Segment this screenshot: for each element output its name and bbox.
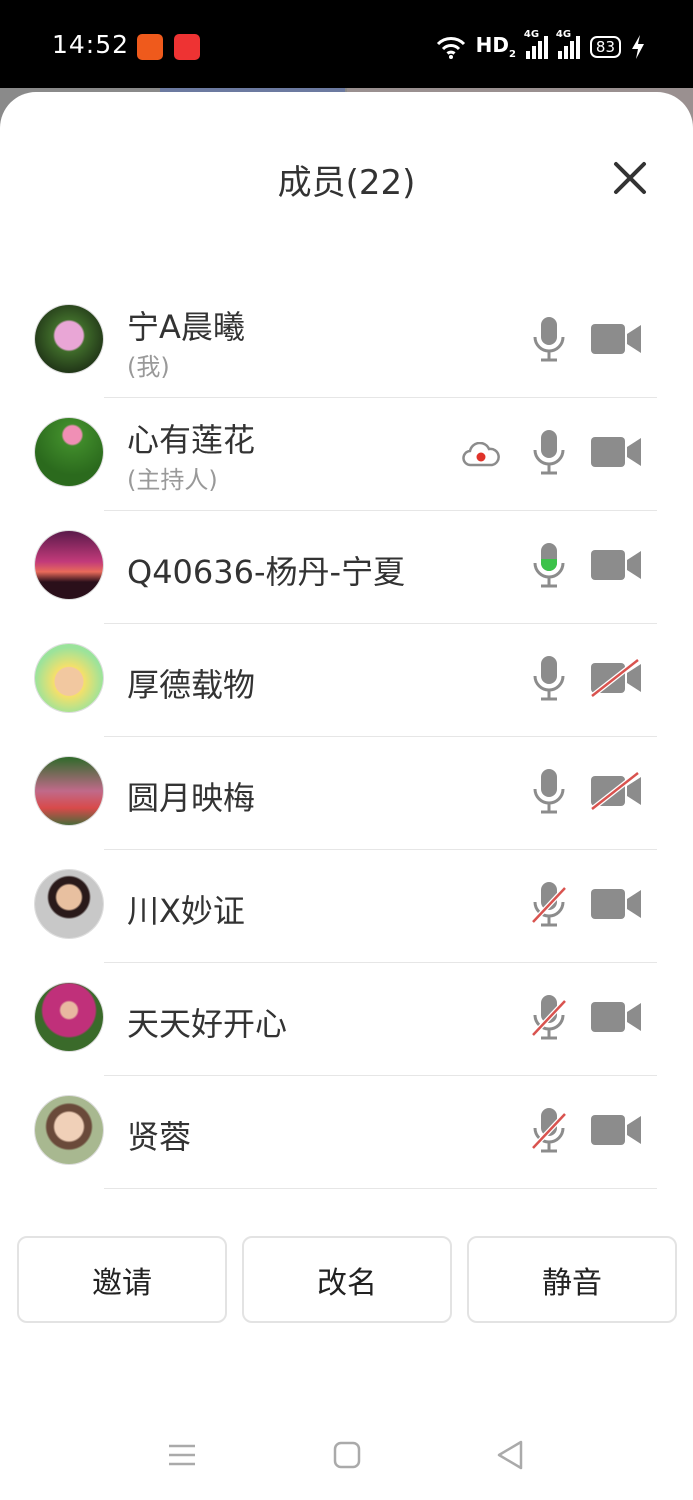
battery-level: 83 <box>595 37 615 56</box>
microphone-icon[interactable] <box>530 315 568 363</box>
member-row[interactable]: 心有莲花 (主持人) <box>0 398 693 511</box>
member-name: 川X妙证 <box>127 892 245 930</box>
microphone-icon[interactable] <box>530 767 568 815</box>
members-sheet: 成员(22) 宁A晨曦 (我) 心有莲花 (主持人) Q40636-杨丹-宁夏 <box>0 92 693 1500</box>
invite-button[interactable]: 邀请 <box>17 1236 227 1323</box>
cloud-recording-icon <box>462 442 500 467</box>
video-camera-icon[interactable] <box>589 319 643 359</box>
signal-icon: 4G <box>524 29 548 59</box>
member-name: Q40636-杨丹-宁夏 <box>127 553 406 591</box>
member-row[interactable]: 厚德载物 <box>0 624 693 737</box>
member-row[interactable]: 宁A晨曦 (我) <box>0 285 693 398</box>
member-role: (主持人) <box>127 466 218 494</box>
video-camera-off-icon[interactable] <box>589 658 643 698</box>
status-time: 14:52 <box>52 30 130 59</box>
app-icon <box>174 34 200 60</box>
close-icon[interactable] <box>606 154 654 202</box>
menu-icon[interactable] <box>165 1438 199 1472</box>
avatar <box>35 870 103 938</box>
member-role: (我) <box>127 353 170 381</box>
video-camera-icon[interactable] <box>589 884 643 924</box>
signal-icon: 4G <box>556 29 580 59</box>
microphone-muted-icon[interactable] <box>530 880 568 928</box>
action-bar: 邀请 改名 静音 <box>17 1236 677 1323</box>
microphone-speaking-icon[interactable] <box>530 541 568 589</box>
avatar <box>35 757 103 825</box>
wifi-icon <box>436 36 465 59</box>
hd-label: HD2 <box>475 33 516 60</box>
network-type-label: 4G <box>523 28 540 40</box>
member-row[interactable]: 川X妙证 <box>0 850 693 963</box>
status-bar: 14:52 HD2 4G 4G 83 <box>0 0 693 90</box>
microphone-muted-icon[interactable] <box>530 1106 568 1154</box>
microphone-icon[interactable] <box>530 428 568 476</box>
microphone-muted-icon[interactable] <box>530 993 568 1041</box>
rename-button[interactable]: 改名 <box>242 1236 452 1323</box>
charging-icon <box>632 34 644 59</box>
divider <box>104 1188 657 1189</box>
avatar <box>35 418 103 486</box>
back-icon[interactable] <box>494 1438 528 1472</box>
avatar <box>35 1096 103 1164</box>
member-row[interactable]: Q40636-杨丹-宁夏 <box>0 511 693 624</box>
video-camera-off-icon[interactable] <box>589 771 643 811</box>
system-nav-bar <box>0 1430 693 1500</box>
member-name: 天天好开心 <box>127 1005 288 1043</box>
network-type-label: 4G <box>555 28 572 40</box>
home-icon[interactable] <box>330 1438 364 1472</box>
video-camera-icon[interactable] <box>589 545 643 585</box>
mute-all-button[interactable]: 静音 <box>467 1236 677 1323</box>
avatar <box>35 305 103 373</box>
member-row[interactable]: 圆月映梅 <box>0 737 693 850</box>
avatar <box>35 531 103 599</box>
video-camera-icon[interactable] <box>589 1110 643 1150</box>
member-name: 厚德载物 <box>127 666 256 704</box>
sheet-title: 成员(22) <box>277 163 416 203</box>
member-row[interactable]: 天天好开心 <box>0 963 693 1076</box>
avatar <box>35 644 103 712</box>
member-list: 宁A晨曦 (我) 心有莲花 (主持人) Q40636-杨丹-宁夏 厚德载物 圆月… <box>0 285 693 1189</box>
battery-icon: 83 <box>589 35 621 58</box>
member-name: 贤蓉 <box>127 1118 192 1156</box>
member-name: 宁A晨曦 <box>127 308 245 346</box>
video-camera-icon[interactable] <box>589 997 643 1037</box>
avatar <box>35 983 103 1051</box>
member-row[interactable]: 贤蓉 <box>0 1076 693 1189</box>
video-camera-icon[interactable] <box>589 432 643 472</box>
member-name: 圆月映梅 <box>127 779 256 817</box>
app-icon <box>137 34 163 60</box>
member-name: 心有莲花 <box>127 421 256 459</box>
microphone-icon[interactable] <box>530 654 568 702</box>
